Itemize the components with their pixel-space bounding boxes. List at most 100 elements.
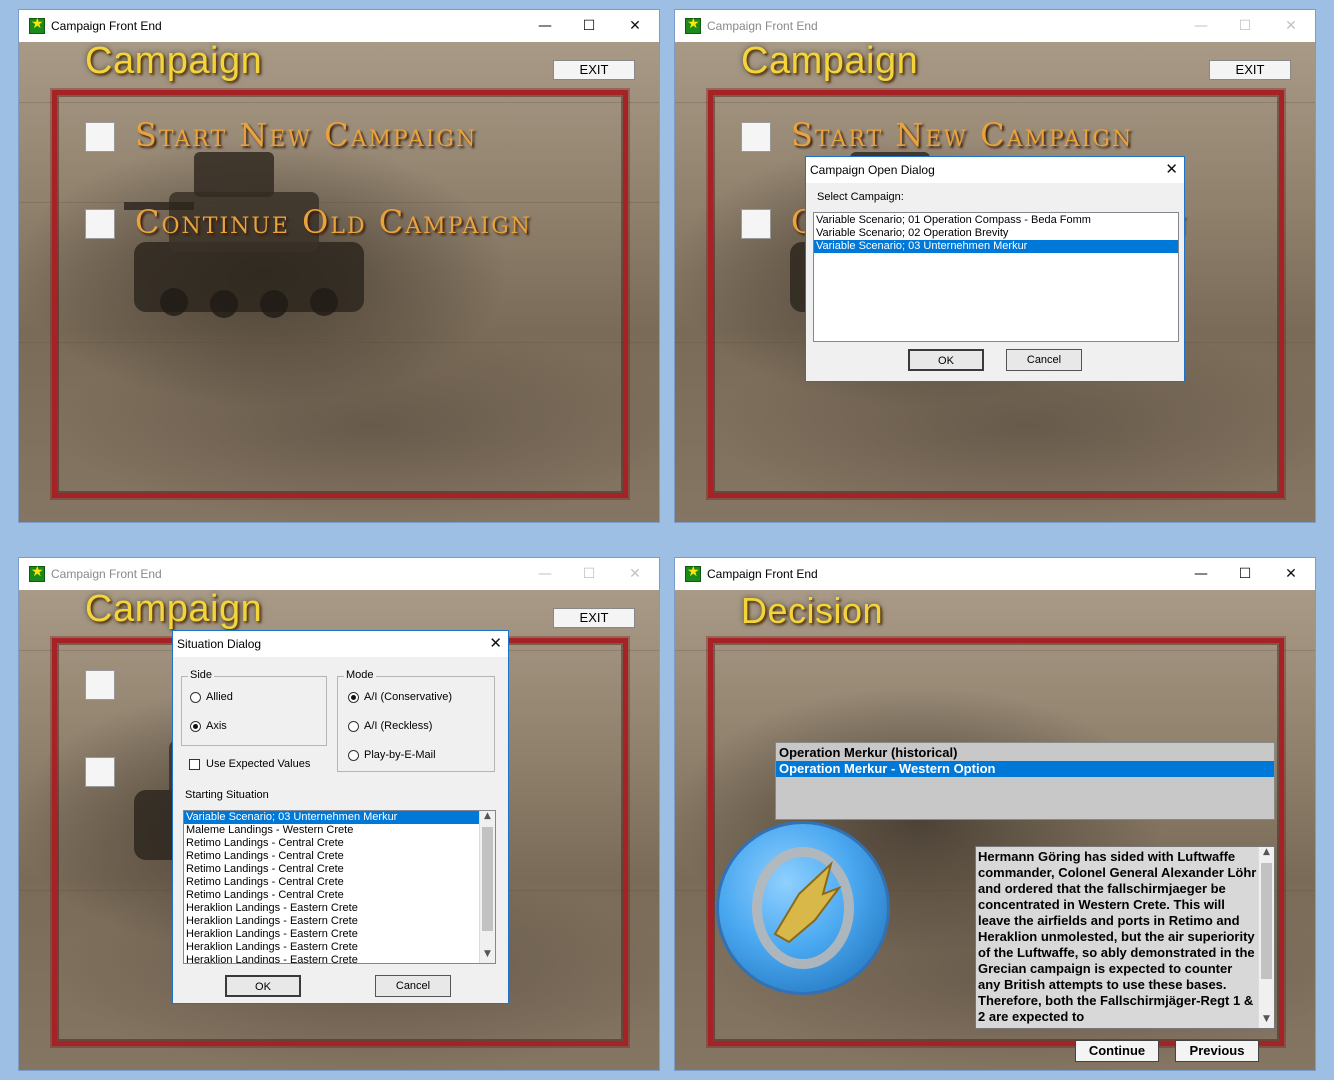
side-group: Side Allied Axis: [181, 669, 327, 746]
scroll-thumb[interactable]: [1261, 863, 1272, 979]
close-button[interactable]: ✕: [615, 562, 655, 586]
list-item[interactable]: Heraklion Landings - Eastern Crete: [184, 928, 495, 941]
minimize-button[interactable]: —: [525, 14, 565, 38]
window-title: Campaign Front End: [51, 567, 162, 581]
list-item[interactable]: Retimo Landings - Central Crete: [184, 837, 495, 850]
close-button[interactable]: ✕: [1271, 14, 1311, 38]
start-new-campaign-label[interactable]: Start New Campaign: [791, 116, 1133, 154]
list-item[interactable]: Variable Scenario; 01 Operation Compass …: [814, 214, 1178, 227]
star-app-icon: [685, 564, 701, 582]
title-bar[interactable]: Campaign Front End — ☐ ✕: [675, 558, 1315, 590]
list-item[interactable]: Heraklion Landings - Eastern Crete: [184, 954, 495, 963]
list-item[interactable]: Retimo Landings - Central Crete: [184, 863, 495, 876]
list-item[interactable]: Variable Scenario; 02 Operation Brevity: [814, 227, 1178, 240]
title-bar[interactable]: Campaign Front End — ☐ ✕: [675, 10, 1315, 42]
list-item[interactable]: Variable Scenario; 03 Unternehmen Merkur: [814, 240, 1178, 253]
start-new-campaign-checkbox[interactable]: [85, 670, 115, 700]
axis-label[interactable]: Axis: [206, 720, 227, 732]
cancel-button[interactable]: Cancel: [375, 975, 451, 997]
allied-radio[interactable]: [190, 692, 201, 703]
ok-button[interactable]: OK: [225, 975, 301, 997]
continue-old-campaign-checkbox[interactable]: [85, 757, 115, 787]
title-bar[interactable]: Campaign Front End — ☐ ✕: [19, 558, 659, 590]
decision-option-list[interactable]: Operation Merkur (historical) Operation …: [775, 742, 1275, 820]
page-heading: Campaign: [85, 590, 263, 630]
campaign-list[interactable]: Variable Scenario; 01 Operation Compass …: [813, 212, 1179, 342]
mode-group-label: Mode: [344, 669, 376, 681]
scroll-up-icon[interactable]: ▲: [480, 811, 495, 825]
list-item[interactable]: Variable Scenario; 03 Unternehmen Merkur: [184, 811, 495, 824]
close-icon[interactable]: ✕: [489, 634, 502, 652]
list-item[interactable]: Heraklion Landings - Eastern Crete: [184, 941, 495, 954]
background-image: Decision Operation Merkur (historical) O…: [675, 590, 1315, 1070]
maximize-button[interactable]: ☐: [1225, 562, 1265, 586]
campaign-open-dialog: Campaign Open Dialog ✕ Select Campaign: …: [805, 156, 1185, 382]
close-button[interactable]: ✕: [615, 14, 655, 38]
play-by-email-label[interactable]: Play-by-E-Mail: [364, 749, 436, 761]
continue-old-campaign-checkbox[interactable]: [741, 209, 771, 239]
exit-button[interactable]: EXIT: [1209, 60, 1291, 80]
list-item[interactable]: Maleme Landings - Western Crete: [184, 824, 495, 837]
use-expected-values-label[interactable]: Use Expected Values: [206, 758, 310, 770]
axis-radio[interactable]: [190, 721, 201, 732]
paratrooper-badge-icon: [719, 824, 887, 992]
page-heading: Decision: [741, 590, 884, 631]
minimize-button[interactable]: —: [1181, 14, 1221, 38]
ai-conservative-label[interactable]: A/I (Conservative): [364, 691, 452, 703]
scroll-up-icon[interactable]: ▲: [1259, 847, 1274, 861]
minimize-button[interactable]: —: [1181, 562, 1221, 586]
vertical-scrollbar[interactable]: ▲ ▼: [1258, 847, 1274, 1028]
decision-window: Campaign Front End — ☐ ✕ Decision Operat…: [674, 557, 1316, 1071]
starting-situation-list[interactable]: Variable Scenario; 03 Unternehmen Merkur…: [183, 810, 496, 964]
window-title: Campaign Front End: [707, 567, 818, 581]
vertical-scrollbar[interactable]: ▲ ▼: [479, 811, 495, 963]
scroll-down-icon[interactable]: ▼: [1259, 1014, 1274, 1028]
close-button[interactable]: ✕: [1271, 562, 1311, 586]
maximize-button[interactable]: ☐: [569, 14, 609, 38]
start-new-campaign-label[interactable]: Start New Campaign: [135, 116, 477, 154]
ai-conservative-radio[interactable]: [348, 692, 359, 703]
minimize-button[interactable]: —: [525, 562, 565, 586]
dialog-title-bar[interactable]: Situation Dialog ✕: [173, 631, 508, 657]
campaign-window-main: Campaign Front End — ☐ ✕ Campaign EXIT S…: [18, 9, 660, 523]
continue-old-campaign-label[interactable]: Continue Old Campaign: [135, 203, 532, 241]
starting-situation-label: Starting Situation: [185, 789, 269, 801]
cancel-button[interactable]: Cancel: [1006, 349, 1082, 371]
list-item[interactable]: Operation Merkur - Western Option: [776, 761, 1274, 777]
list-item[interactable]: Operation Merkur (historical): [776, 745, 1274, 761]
allied-label[interactable]: Allied: [206, 691, 233, 703]
star-app-icon: [29, 564, 45, 582]
title-bar[interactable]: Campaign Front End — ☐ ✕: [19, 10, 659, 42]
play-by-email-radio[interactable]: [348, 750, 359, 761]
list-item[interactable]: Heraklion Landings - Eastern Crete: [184, 915, 495, 928]
description-panel[interactable]: Hermann Göring has sided with Luftwaffe …: [975, 846, 1275, 1029]
dialog-title: Campaign Open Dialog: [810, 163, 935, 177]
exit-button[interactable]: EXIT: [553, 60, 635, 80]
dialog-title: Situation Dialog: [177, 637, 262, 651]
list-item[interactable]: Retimo Landings - Central Crete: [184, 889, 495, 902]
list-item[interactable]: Retimo Landings - Central Crete: [184, 850, 495, 863]
description-text: Hermann Göring has sided with Luftwaffe …: [978, 849, 1257, 1024]
list-item[interactable]: Retimo Landings - Central Crete: [184, 876, 495, 889]
ai-reckless-label[interactable]: A/I (Reckless): [364, 720, 432, 732]
scroll-down-icon[interactable]: ▼: [480, 949, 495, 963]
continue-old-campaign-checkbox[interactable]: [85, 209, 115, 239]
dialog-title-bar[interactable]: Campaign Open Dialog ✕: [806, 157, 1184, 183]
select-campaign-label: Select Campaign:: [817, 191, 904, 203]
maximize-button[interactable]: ☐: [569, 562, 609, 586]
ai-reckless-radio[interactable]: [348, 721, 359, 732]
exit-button[interactable]: EXIT: [553, 608, 635, 628]
close-icon[interactable]: ✕: [1165, 160, 1178, 178]
list-item[interactable]: Heraklion Landings - Eastern Crete: [184, 902, 495, 915]
scroll-thumb[interactable]: [482, 827, 493, 931]
previous-button[interactable]: Previous: [1175, 1040, 1259, 1062]
ok-button[interactable]: OK: [908, 349, 984, 371]
side-group-label: Side: [188, 669, 215, 681]
use-expected-values-checkbox[interactable]: [189, 759, 200, 770]
window-title: Campaign Front End: [51, 19, 162, 33]
start-new-campaign-checkbox[interactable]: [85, 122, 115, 152]
start-new-campaign-checkbox[interactable]: [741, 122, 771, 152]
continue-button[interactable]: Continue: [1075, 1040, 1159, 1062]
background-image: Campaign EXIT Start New Campaign Continu…: [19, 42, 659, 522]
maximize-button[interactable]: ☐: [1225, 14, 1265, 38]
